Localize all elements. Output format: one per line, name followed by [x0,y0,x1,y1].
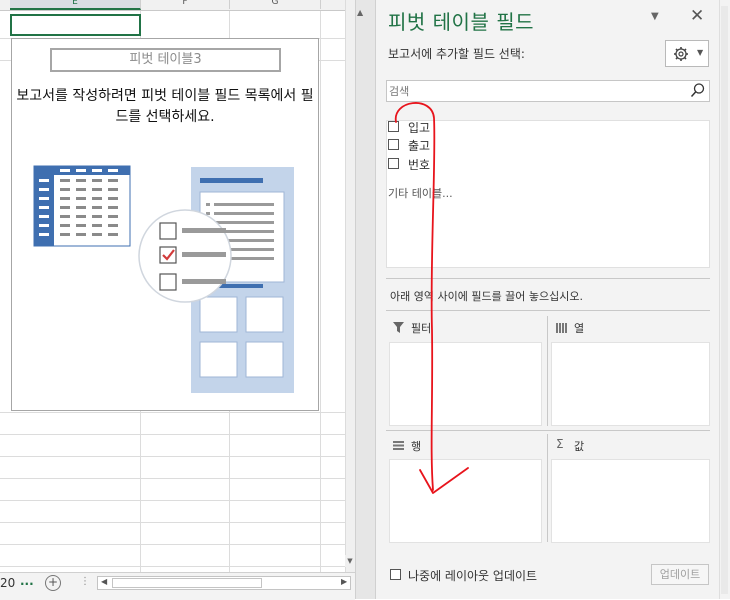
area-label-columns: 열 [574,322,585,335]
dropdown-arrow-icon[interactable]: ▼ [651,11,659,22]
field-label: 입고 [408,121,431,135]
column-header-f[interactable]: F [141,0,230,9]
active-cell[interactable] [10,14,141,36]
sigma-icon: Σ [556,437,564,451]
pivot-instructions: 보고서를 작성하려면 피벗 테이블 필드 목록에서 필드를 선택하세요. [16,88,314,125]
column-header-g[interactable]: G [230,0,321,9]
horizontal-scroll-thumb[interactable] [112,578,262,588]
scroll-right-icon[interactable]: ▶ [341,577,347,586]
plus-icon[interactable]: + [45,575,61,591]
filters-drop-area[interactable] [389,342,542,426]
chevron-down-icon: ▼ [697,48,704,57]
drag-hint: 아래 영역 사이에 필드를 끌어 놓으십시오. [390,290,584,303]
pane-separator [386,310,710,311]
column-header-e[interactable]: E [10,0,141,10]
pivot-table-name: 피벗 테이블3 [50,48,281,72]
pane-title: 피벗 테이블 필드 [388,10,535,34]
pane-separator [386,278,710,279]
filter-icon [393,322,404,333]
field-checkbox[interactable] [388,158,399,169]
field-label: 번호 [408,158,431,172]
column-header-bar: E F G [0,0,355,11]
field-checkbox[interactable] [388,139,399,150]
field-search-box[interactable] [386,80,710,102]
area-label-values: 값 [574,440,585,453]
search-icon[interactable] [690,82,706,98]
area-label-rows: 행 [411,440,422,453]
pane-divider[interactable] [355,0,376,599]
rows-icon [393,441,404,450]
sheet-tab[interactable]: 20 [0,576,15,590]
tools-button[interactable]: ▼ [665,40,709,67]
gear-icon [674,47,688,61]
field-checkbox[interactable] [388,121,399,132]
rows-drop-area[interactable] [389,459,542,543]
scroll-down-icon[interactable]: ▼ [345,555,355,567]
more-sheets-button[interactable]: ... [20,574,34,588]
area-separator [547,316,548,426]
scroll-left-icon[interactable]: ◀ [101,577,107,586]
tab-split-handle[interactable]: ⋮ [80,576,90,587]
scroll-up-icon[interactable]: ▲ [357,8,363,17]
search-input[interactable] [389,82,679,100]
field-label: 출고 [408,139,431,153]
columns-drop-area[interactable] [551,342,710,426]
defer-update-label: 나중에 레이아웃 업데이트 [408,569,538,583]
more-tables-link[interactable]: 기타 테이블... [388,185,453,201]
pivot-illustration [33,165,294,393]
area-separator [547,434,548,542]
area-label-filters: 필터 [411,322,432,335]
pane-separator [386,430,710,431]
columns-icon [556,323,567,333]
close-icon[interactable]: ✕ [690,6,704,26]
pane-scroll-thumb[interactable] [721,6,728,594]
update-button[interactable]: 업데이트 [651,564,709,585]
defer-update-checkbox[interactable] [390,569,401,580]
values-drop-area[interactable] [551,459,710,543]
choose-fields-label: 보고서에 추가할 필드 선택: [388,47,525,61]
